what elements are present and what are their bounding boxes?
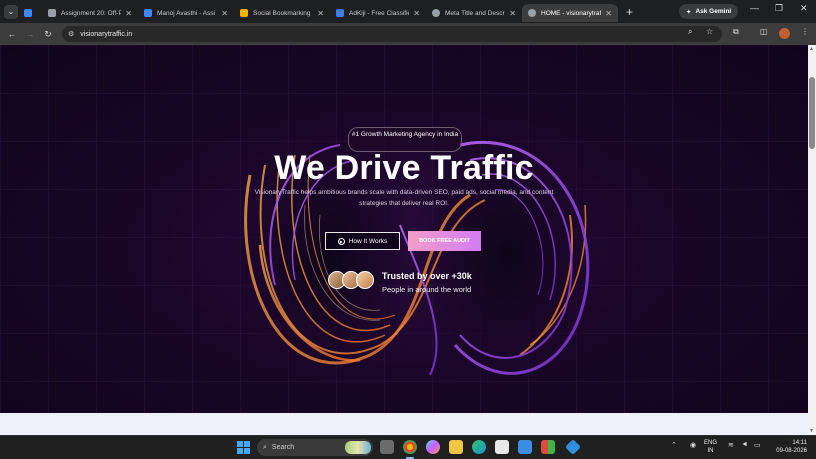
app-grid-icon[interactable] bbox=[541, 440, 555, 454]
tab-search-chevron-icon[interactable]: ⌄ bbox=[4, 4, 18, 19]
zoom-search-icon[interactable]: ⌕ bbox=[688, 27, 692, 37]
tab-close-icon[interactable]: ✕ bbox=[125, 9, 132, 18]
tab-title: AdKiji - Free Classifie bbox=[349, 9, 410, 17]
tab-title: Assignment 20: Off-P bbox=[61, 9, 122, 17]
forward-arrow-icon[interactable]: → bbox=[21, 29, 39, 39]
ask-gemini-label: Ask Gemini bbox=[695, 8, 732, 15]
back-arrow-icon[interactable]: ← bbox=[3, 29, 21, 39]
url-text[interactable]: visionarytraffic.in bbox=[80, 31, 132, 38]
tab-close-icon[interactable]: ✕ bbox=[605, 9, 612, 18]
adkiji-icon bbox=[336, 9, 344, 17]
close-window-button[interactable]: ✕ bbox=[800, 3, 808, 14]
how-it-works-label: How It Works bbox=[348, 237, 388, 245]
show-hidden-icons-chevron[interactable]: ⌃ bbox=[671, 441, 677, 449]
tab-assignment[interactable]: Assignment 20: Off-P ✕ bbox=[42, 4, 138, 22]
docs-icon bbox=[144, 9, 152, 17]
hero-section: #1 Growth Marketing Agency in India We D… bbox=[0, 45, 808, 413]
avatar bbox=[356, 271, 374, 289]
copilot-icon[interactable] bbox=[426, 440, 440, 454]
reload-icon[interactable]: ↻ bbox=[39, 29, 57, 40]
ask-gemini-button[interactable]: ✦ Ask Gemini bbox=[679, 4, 739, 19]
input-indicator-icon[interactable]: ◉ bbox=[690, 441, 696, 449]
how-it-works-button[interactable]: ▶ How It Works bbox=[325, 232, 400, 250]
tab-close-icon[interactable]: ✕ bbox=[413, 9, 420, 18]
customer-avatars bbox=[328, 271, 378, 291]
region-code: IN bbox=[707, 448, 714, 454]
gemini-icon: ✦ bbox=[686, 8, 692, 16]
tab-title: Social Bookmarking bbox=[253, 9, 311, 17]
trusted-subtitle: People in around the world bbox=[382, 285, 472, 294]
tab-drive[interactable] bbox=[18, 4, 42, 22]
profile-avatar[interactable] bbox=[779, 28, 790, 39]
language-indicator[interactable]: ENG IN bbox=[704, 439, 717, 455]
wifi-icon[interactable]: ≋ bbox=[728, 441, 734, 449]
file-explorer-icon[interactable] bbox=[449, 440, 463, 454]
hero-subtitle: VisionaryTraffic helps ambitious brands … bbox=[254, 189, 554, 207]
trusted-count: Trusted by over +30k bbox=[382, 271, 472, 281]
windows-start-icon[interactable] bbox=[237, 441, 250, 454]
play-icon: ▶ bbox=[337, 237, 345, 245]
mail-icon[interactable] bbox=[518, 440, 532, 454]
scrollbar-thumb[interactable] bbox=[809, 77, 815, 149]
tab-adkiji[interactable]: AdKiji - Free Classifie ✕ bbox=[330, 4, 426, 22]
tab-meta-title[interactable]: Meta Title and Descr ✕ bbox=[426, 4, 522, 22]
address-bar[interactable]: ⚙ visionarytraffic.in bbox=[62, 26, 722, 42]
tab-title: Manoj Avasthi - Assi bbox=[157, 9, 216, 17]
system-clock[interactable]: 14:11 09-08-2026 bbox=[771, 439, 807, 455]
edge-icon[interactable] bbox=[472, 440, 486, 454]
taskbar: ⌕ Search ⌃ ◉ ENG IN ≋ ◄ ▭ 14:11 09-08-20… bbox=[0, 435, 816, 459]
clock-date: 09-08-2026 bbox=[776, 448, 807, 454]
tab-title: HOME - visionarytraf bbox=[541, 9, 602, 17]
search-highlight-art bbox=[345, 441, 371, 454]
next-section bbox=[0, 413, 808, 435]
bookmark-star-icon[interactable]: ☆ bbox=[706, 27, 713, 36]
language-code: ENG bbox=[704, 440, 718, 446]
tab-close-icon[interactable]: ✕ bbox=[221, 9, 228, 18]
globe-icon bbox=[432, 9, 440, 17]
sidepanel-icon[interactable]: ◫ bbox=[760, 27, 768, 36]
volume-icon[interactable]: ◄ bbox=[741, 441, 748, 448]
tab-manoj[interactable]: Manoj Avasthi - Assi ✕ bbox=[138, 4, 234, 22]
chrome-icon[interactable] bbox=[403, 440, 417, 454]
menu-kebab-icon[interactable]: ⋮ bbox=[801, 27, 809, 36]
new-tab-button[interactable]: + bbox=[626, 5, 633, 19]
hero-headline: We Drive Traffic bbox=[274, 149, 534, 187]
battery-icon[interactable]: ▭ bbox=[754, 441, 761, 449]
store-icon[interactable] bbox=[495, 440, 509, 454]
tab-home-visionarytraffic[interactable]: HOME - visionarytraf ✕ bbox=[522, 4, 618, 22]
classroom-icon bbox=[48, 9, 56, 17]
tab-close-icon[interactable]: ✕ bbox=[509, 9, 516, 18]
search-placeholder: Search bbox=[271, 444, 295, 451]
site-info-icon[interactable]: ⚙ bbox=[68, 30, 74, 38]
minimize-button[interactable]: — bbox=[750, 3, 759, 13]
taskbar-search[interactable]: ⌕ Search bbox=[257, 439, 373, 456]
tab-close-icon[interactable]: ✕ bbox=[317, 9, 324, 18]
defender-icon[interactable] bbox=[565, 439, 581, 455]
task-view-icon[interactable] bbox=[380, 440, 394, 454]
search-icon: ⌕ bbox=[263, 443, 267, 451]
scroll-up-arrow-icon[interactable]: ▲ bbox=[809, 46, 814, 52]
scroll-down-arrow-icon[interactable]: ▼ bbox=[809, 428, 814, 434]
globe-icon bbox=[528, 9, 536, 17]
drive-icon bbox=[24, 9, 32, 17]
bookmark-site-icon bbox=[240, 9, 248, 17]
tab-title: Meta Title and Descr bbox=[445, 9, 505, 17]
clock-time: 14:11 bbox=[792, 440, 807, 446]
book-free-audit-button[interactable]: BOOK FREE AUDIT bbox=[408, 231, 481, 251]
extensions-icon[interactable]: ⧉ bbox=[733, 27, 739, 37]
tab-social-bookmarking[interactable]: Social Bookmarking ✕ bbox=[234, 4, 330, 22]
maximize-button[interactable]: ❐ bbox=[775, 3, 783, 14]
